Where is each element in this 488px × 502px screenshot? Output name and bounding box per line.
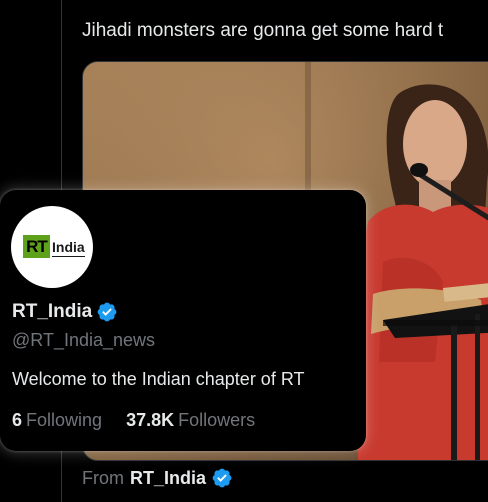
logo-india-text: India <box>52 239 85 257</box>
tweet-source-attribution: From RT_India <box>82 466 233 490</box>
following-label: Following <box>26 410 103 430</box>
logo-rt-box: RT <box>23 235 50 258</box>
tweet-page: Jihadi monsters are gonna get some hard … <box>0 0 488 502</box>
following-count: 6 <box>12 410 23 430</box>
following-link[interactable]: 6 Following <box>12 410 102 431</box>
tweet-text: Jihadi monsters are gonna get some hard … <box>82 20 444 41</box>
followers-count: 37.8K <box>126 410 175 430</box>
profile-stats: 6 Following 37.8K Followers <box>12 410 255 431</box>
display-name[interactable]: RT_India <box>12 301 92 323</box>
profile-bio: Welcome to the Indian chapter of RT <box>12 369 305 389</box>
source-account-link[interactable]: RT_India <box>130 468 206 489</box>
avatar[interactable]: RT India <box>11 206 93 288</box>
display-name-row[interactable]: RT_India <box>12 301 118 323</box>
followers-link[interactable]: 37.8K Followers <box>126 410 255 431</box>
account-handle[interactable]: @RT_India_news <box>12 330 155 351</box>
source-prefix: From <box>82 467 124 488</box>
followers-label: Followers <box>178 410 256 430</box>
verified-badge-icon <box>211 467 233 489</box>
verified-badge-icon <box>96 301 118 323</box>
rt-india-logo: RT India <box>23 235 85 258</box>
